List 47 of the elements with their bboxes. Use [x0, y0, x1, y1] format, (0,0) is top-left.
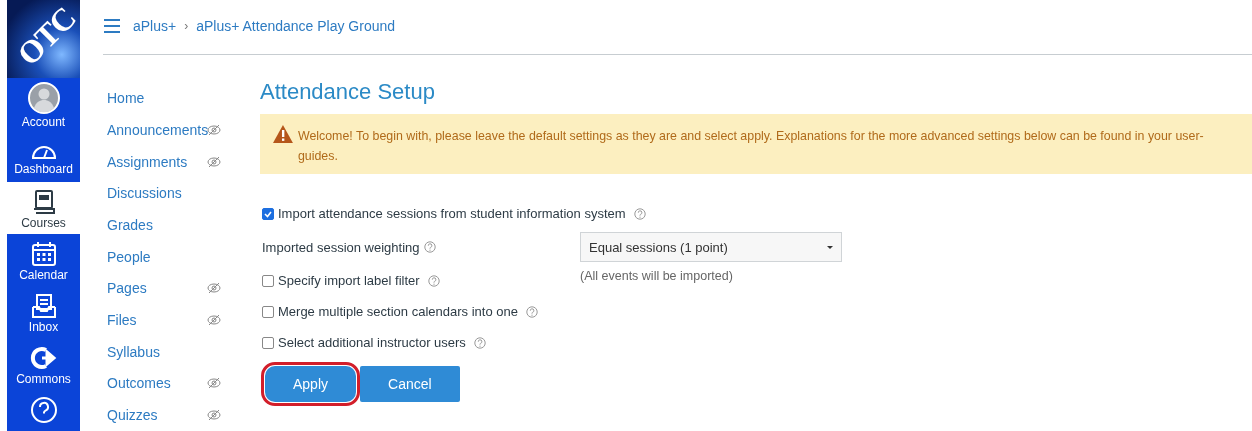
checkbox[interactable]: [262, 305, 274, 318]
inbox-icon: [29, 292, 58, 319]
calendar-icon: [29, 240, 58, 267]
global-nav-item[interactable]: Calendar: [7, 234, 80, 286]
breadcrumb-link[interactable]: aPlus+: [133, 18, 177, 35]
filter-note: (All events will be imported): [580, 269, 733, 284]
course-nav-link[interactable]: Quizzes: [107, 407, 207, 424]
help-icon[interactable]: [633, 207, 646, 220]
global-nav-item[interactable]: Account: [7, 78, 80, 130]
help-icon[interactable]: [423, 241, 436, 254]
help-icon: [29, 396, 58, 424]
setting-label: Imported session weighting: [262, 239, 420, 255]
course-nav-link[interactable]: Syllabus: [107, 343, 207, 360]
checkbox[interactable]: [262, 336, 274, 349]
breadcrumb-separator: ›: [184, 19, 189, 34]
alert-message: Welcome! To begin with, please leave the default settings as they are and select apply. Explanations for the more advanced settings below can be found in your user-guides.: [297, 128, 1205, 166]
breadcrumb-link[interactable]: aPlus+ Attendance Play Ground: [196, 18, 396, 35]
weighting-dropdown[interactable]: Equal sessions (1 point): [580, 232, 842, 263]
checkbox-label[interactable]: Import attendance sessions from student information system: [278, 206, 626, 222]
course-nav-link[interactable]: Pages: [107, 280, 207, 297]
global-nav-item[interactable]: Commons: [7, 338, 80, 390]
help-icon[interactable]: [427, 274, 440, 287]
course-nav-link[interactable]: People: [107, 248, 207, 265]
page-title: Attendance Setup: [260, 79, 436, 106]
course-nav-link[interactable]: Grades: [107, 217, 207, 234]
warning-icon: [272, 124, 294, 145]
checkbox-label[interactable]: Merge multiple section calendars into one: [278, 304, 518, 320]
checkbox[interactable]: [262, 207, 274, 220]
menu-icon[interactable]: [103, 18, 121, 35]
checkbox-label[interactable]: Select additional instructor users: [278, 335, 466, 351]
course-nav-link[interactable]: Assignments: [107, 153, 207, 170]
help-icon[interactable]: [525, 305, 538, 318]
help-icon[interactable]: [473, 336, 486, 349]
global-nav-item[interactable]: Courses: [7, 182, 80, 234]
arrow-icon: [29, 344, 58, 371]
course-nav-link[interactable]: Home: [107, 90, 207, 107]
global-nav-item[interactable]: Inbox: [7, 286, 80, 338]
course-nav-link[interactable]: Outcomes: [107, 375, 207, 392]
checkbox[interactable]: [262, 274, 274, 287]
course-nav-link[interactable]: Files: [107, 312, 207, 329]
caret-icon: [827, 245, 833, 249]
course-nav-link[interactable]: Discussions: [107, 185, 207, 202]
checkbox-label[interactable]: Specify import label filter: [278, 273, 420, 289]
global-nav-item[interactable]: Dashboard: [7, 130, 80, 182]
form-button[interactable]: Cancel: [360, 366, 460, 403]
course-nav-link[interactable]: Announcements: [107, 121, 207, 138]
avatar-icon: [27, 81, 60, 114]
